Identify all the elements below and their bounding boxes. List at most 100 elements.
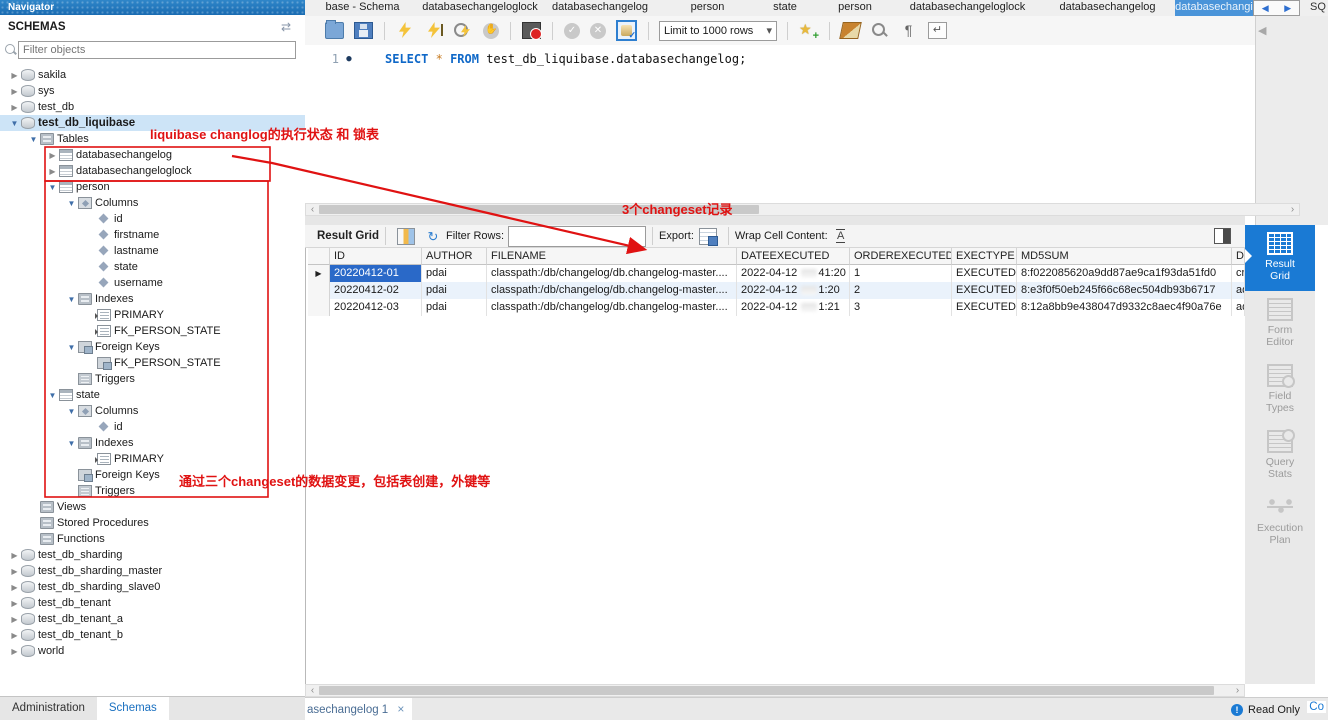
column-header-dateexecuted[interactable]: DATEEXECUTED — [737, 248, 850, 265]
side-panel-field-types[interactable]: FieldTypes — [1245, 357, 1315, 423]
expander-right-icon[interactable]: ▶ — [8, 615, 21, 624]
expander-right-icon[interactable]: ▶ — [8, 599, 21, 608]
tree-item-databasechangelog[interactable]: ▶databasechangelog — [0, 147, 305, 163]
splitter[interactable] — [305, 216, 1245, 225]
tree-item-state[interactable]: state — [0, 259, 305, 275]
side-panel-query-stats[interactable]: QueryStats — [1245, 423, 1315, 489]
show-invisibles-icon[interactable]: ¶ — [899, 22, 918, 39]
tab-scroll-buttons[interactable]: ◀ ▶ — [1253, 0, 1300, 16]
cell-filename[interactable]: classpath:/db/changelog/db.changelog-mas… — [487, 282, 737, 299]
expander-right-icon[interactable]: ▶ — [8, 87, 21, 96]
expander-down-icon[interactable]: ▼ — [27, 135, 40, 144]
cell-filename[interactable]: classpath:/db/changelog/db.changelog-mas… — [487, 265, 737, 282]
execute-icon[interactable] — [396, 22, 415, 39]
tree-item-test-db-sharding[interactable]: ▶test_db_sharding — [0, 547, 305, 563]
cell-filename[interactable]: classpath:/db/changelog/db.changelog-mas… — [487, 299, 737, 316]
side-panel-execution-plan[interactable]: ExecutionPlan — [1245, 489, 1315, 555]
expander-down-icon[interactable]: ▼ — [65, 199, 78, 208]
expander-right-icon[interactable]: ▶ — [8, 631, 21, 640]
close-icon[interactable]: × — [397, 702, 404, 716]
cell-dateexecuted[interactable]: 2022-04-12 41:20 — [737, 265, 850, 282]
tree-item-sys[interactable]: ▶sys — [0, 83, 305, 99]
row-limit-select[interactable]: Limit to 1000 rows ▾ — [659, 21, 777, 41]
tree-item-state[interactable]: ▼state — [0, 387, 305, 403]
tree-item-fk-person-state[interactable]: FK_PERSON_STATE — [0, 323, 305, 339]
cell-id[interactable]: 20220412-01 — [330, 265, 422, 282]
expander-right-icon[interactable]: ▶ — [8, 71, 21, 80]
tree-item-test-db-tenant-a[interactable]: ▶test_db_tenant_a — [0, 611, 305, 627]
tab-scroll-right-icon[interactable]: ▶ — [1284, 3, 1291, 14]
toggle-stop-on-error-icon[interactable] — [522, 22, 541, 39]
editor-tab-databasechangelog[interactable]: databasechangelog — [1040, 0, 1175, 16]
expander-right-icon[interactable]: ▶ — [46, 167, 59, 176]
cell-description[interactable]: cr — [1232, 265, 1245, 282]
expander-down-icon[interactable]: ▼ — [65, 295, 78, 304]
nav-tab-administration[interactable]: Administration — [0, 697, 97, 720]
nav-tab-schemas[interactable]: Schemas — [97, 697, 169, 720]
expander-down-icon[interactable]: ▼ — [65, 439, 78, 448]
tree-item-test-db-tenant-b[interactable]: ▶test_db_tenant_b — [0, 627, 305, 643]
cell-md5sum[interactable]: 8:12a8bb9e438047d9332c8aec4f90a76e — [1017, 299, 1232, 316]
scroll-right-icon[interactable]: › — [1231, 685, 1244, 696]
beautify-script-icon[interactable] — [839, 22, 862, 39]
expander-down-icon[interactable]: ▼ — [46, 391, 59, 400]
column-header-id[interactable]: ID — [330, 248, 422, 265]
result-set-tab[interactable]: asechangelog 1 × — [305, 698, 412, 720]
tree-item-firstname[interactable]: firstname — [0, 227, 305, 243]
tree-item-foreign-keys[interactable]: Foreign Keys — [0, 467, 305, 483]
tree-item-world[interactable]: ▶world — [0, 643, 305, 659]
tree-item-foreign-keys[interactable]: ▼Foreign Keys — [0, 339, 305, 355]
tree-item-fk-person-state[interactable]: FK_PERSON_STATE — [0, 355, 305, 371]
tree-item-test-db-sharding-master[interactable]: ▶test_db_sharding_master — [0, 563, 305, 579]
tree-item-person[interactable]: ▼person — [0, 179, 305, 195]
column-header-md5sum[interactable]: MD5SUM — [1017, 248, 1232, 265]
toggle-wrap-icon[interactable]: ↵ — [928, 22, 947, 39]
column-header-exectype[interactable]: EXECTYPE — [952, 248, 1017, 265]
editor-tab-state[interactable]: state — [755, 0, 815, 16]
tree-item-databasechangeloglock[interactable]: ▶databasechangeloglock — [0, 163, 305, 179]
wrap-cell-content-icon[interactable] — [833, 229, 849, 244]
tree-item-triggers[interactable]: Triggers — [0, 371, 305, 387]
grid-view-icon[interactable] — [397, 228, 415, 245]
find-icon[interactable] — [870, 22, 889, 39]
row-indicator-cell[interactable] — [308, 299, 330, 316]
cell-author[interactable]: pdai — [422, 299, 487, 316]
cell-id[interactable]: 20220412-03 — [330, 299, 422, 316]
row-indicator-cell[interactable]: ▶ — [308, 265, 330, 282]
sql-editor[interactable]: 1 ● SELECT * FROM test_db_liquibase.data… — [305, 45, 1255, 203]
tree-item-primary[interactable]: PRIMARY — [0, 307, 305, 323]
expander-down-icon[interactable]: ▼ — [46, 183, 59, 192]
expander-right-icon[interactable]: ▶ — [8, 103, 21, 112]
editor-tab-databasechangeloglock[interactable]: databasechangeloglock — [420, 0, 540, 16]
cell-description[interactable]: ad — [1232, 299, 1245, 316]
cell-orderexecuted[interactable]: 2 — [850, 282, 952, 299]
save-snippet-icon[interactable] — [799, 22, 818, 39]
expander-down-icon[interactable]: ▼ — [8, 119, 21, 128]
scrollbar-thumb[interactable] — [319, 205, 759, 214]
expander-right-icon[interactable]: ▶ — [8, 647, 21, 656]
grid-hscrollbar[interactable]: ‹ › — [305, 684, 1245, 697]
column-header-author[interactable]: AUTHOR — [422, 248, 487, 265]
editor-tab-person[interactable]: person — [660, 0, 755, 16]
toggle-sidebar-icon[interactable] — [1214, 228, 1231, 244]
tree-item-functions[interactable]: Functions — [0, 531, 305, 547]
explain-plan-icon[interactable] — [454, 22, 473, 39]
expander-right-icon[interactable]: ▶ — [46, 151, 59, 160]
tree-item-test-db-tenant[interactable]: ▶test_db_tenant — [0, 595, 305, 611]
export-recordset-icon[interactable] — [699, 228, 717, 245]
expander-down-icon[interactable]: ▼ — [65, 407, 78, 416]
tree-item-lastname[interactable]: lastname — [0, 243, 305, 259]
scroll-left-icon[interactable]: ‹ — [306, 204, 319, 215]
grid-corner-cell[interactable] — [308, 248, 330, 265]
scrollbar-thumb[interactable] — [319, 686, 1214, 695]
cell-author[interactable]: pdai — [422, 282, 487, 299]
cell-exectype[interactable]: EXECUTED — [952, 282, 1017, 299]
cell-author[interactable]: pdai — [422, 265, 487, 282]
scroll-left-icon[interactable]: ‹ — [306, 685, 319, 696]
refresh-schemas-icon[interactable]: ⇄ — [281, 20, 291, 34]
cell-exectype[interactable]: EXECUTED — [952, 265, 1017, 282]
cell-orderexecuted[interactable]: 3 — [850, 299, 952, 316]
open-file-icon[interactable] — [325, 22, 344, 39]
editor-tab-databasechangi[interactable]: databasechangi — [1175, 0, 1253, 16]
editor-tab-person[interactable]: person — [815, 0, 895, 16]
